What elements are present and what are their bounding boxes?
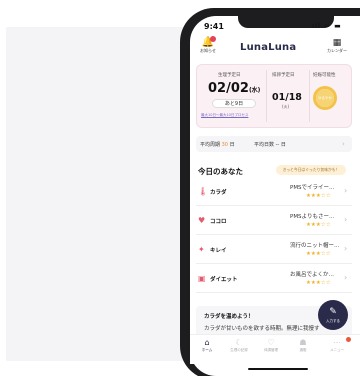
row-desc: PMSよりもさー… <box>290 214 335 220</box>
divider <box>266 70 267 122</box>
menu-badge <box>346 337 351 342</box>
background-panel <box>6 27 202 361</box>
input-fab-button[interactable]: ✎ 入力する <box>318 300 348 330</box>
tab-period[interactable]: ☾ 生理の記録 <box>228 338 250 353</box>
fab-label: 入力する <box>326 319 340 323</box>
row-name: キレイ <box>210 248 227 254</box>
ovulation-weekday: (火) <box>282 104 290 109</box>
home-icon: ⌂ <box>204 338 210 347</box>
more-icon: ⋯ <box>333 338 341 347</box>
list-item[interactable]: 🌡 カラダ PMSでイライー… ★★★☆☆ › <box>196 178 352 206</box>
chance-value: ゆるやか <box>316 89 334 107</box>
period-label: 生理予定日 <box>218 73 241 78</box>
period-weekday: (水) <box>248 87 261 94</box>
tab-home[interactable]: ⌂ ホーム <box>196 338 218 353</box>
period-date-value: 02/02 <box>208 81 249 96</box>
chevron-right-icon: › <box>344 186 348 195</box>
tab-label: ホーム <box>201 348 213 352</box>
row-stars: ★★★☆☆ <box>306 222 331 228</box>
list-item[interactable]: ♥ ココロ PMSよりもさー… ★★★☆☆ › <box>196 207 352 235</box>
ovulation-label: 排卵予定日 <box>272 73 295 78</box>
tab-label: メニュー <box>330 348 344 352</box>
scale-icon: ▣ <box>198 274 206 283</box>
ovulation-date: 01/18 <box>272 92 302 103</box>
tab-menu[interactable]: ⋯ メニュー <box>326 338 348 353</box>
pencil-icon: ✎ <box>329 307 337 317</box>
avg-cycle-unit: 日 <box>229 142 235 148</box>
chevron-right-icon: › <box>342 140 345 148</box>
app-logo: LunaLuna <box>240 42 297 53</box>
divider <box>309 70 310 122</box>
avg-days-unit: 日 <box>280 142 286 148</box>
chance-label: 妊娠可能性 <box>313 73 336 78</box>
chevron-right-icon: › <box>344 244 348 253</box>
moon-icon: ☾ <box>235 338 243 347</box>
avg-cycle: 平均周期 30 日 <box>200 141 235 148</box>
row-desc: お風呂でよくか… <box>290 272 335 278</box>
heart-tab-icon: ♡ <box>267 338 275 347</box>
heart-icon: ♥ <box>198 216 206 225</box>
prediction-link[interactable]: 最大10日〜最大10日プロセス <box>201 113 248 118</box>
avg-cycle-label: 平均周期 <box>200 142 221 148</box>
row-desc: 流行のニット帽ー… <box>290 243 340 249</box>
avg-cycle-value: 30 <box>221 142 228 148</box>
tip-title: カラダを温めよう！ <box>204 314 254 320</box>
row-name: ダイエット <box>210 277 238 283</box>
row-stars: ★★★☆☆ <box>306 193 331 199</box>
row-stars: ★★★☆☆ <box>306 251 331 257</box>
today-title: 今日のあなた <box>198 167 243 176</box>
tip-body: カラダが甘いものを欲する時期。無理に我慢す <box>204 326 320 332</box>
tab-shop[interactable]: ☗ 通販 <box>292 338 314 353</box>
notification-badge <box>210 36 216 42</box>
avg-days-value: -- <box>275 142 280 148</box>
row-name: ココロ <box>210 219 227 225</box>
today-tag[interactable]: きっと今日はぐったり気味かも！ <box>276 165 346 175</box>
tab-label: 通販 <box>299 348 307 352</box>
tab-health[interactable]: ♡ 体調管理 <box>260 338 282 353</box>
avg-days: 平均日数 -- 日 <box>254 141 286 148</box>
calendar-label: カレンダー <box>327 48 347 53</box>
sparkle-icon: ✦ <box>198 245 205 254</box>
chevron-right-icon: › <box>344 215 348 224</box>
tab-label: 体調管理 <box>264 348 278 352</box>
list-item[interactable]: ✦ キレイ 流行のニット帽ー… ★★★☆☆ › <box>196 236 352 264</box>
calendar-button[interactable]: ▦ カレンダー <box>322 38 352 54</box>
shop-icon: ☗ <box>299 338 307 347</box>
row-name: カラダ <box>210 190 227 196</box>
notifications-label: お知らせ <box>200 48 216 53</box>
row-desc: PMSでイライー… <box>290 185 335 191</box>
stage: 9:41 ıll ≈ ▬ 🔔 お知らせ LunaLuna ▦ カレンダー 生理予… <box>0 0 360 376</box>
calendar-icon: ▦ <box>332 38 342 48</box>
period-date: 02/02(水) <box>208 81 260 96</box>
home-indicator <box>248 368 308 370</box>
row-stars: ★★★☆☆ <box>306 280 331 286</box>
thermometer-icon: 🌡 <box>198 187 209 196</box>
chevron-right-icon: › <box>344 273 348 282</box>
notifications-button[interactable]: 🔔 お知らせ <box>198 36 218 54</box>
days-left-pill: あと9日 <box>212 99 256 108</box>
status-indicators: ıll ≈ ▬ <box>312 22 342 30</box>
status-time: 9:41 <box>204 22 224 31</box>
list-item[interactable]: ▣ ダイエット お風呂でよくか… ★★★☆☆ › <box>196 265 352 293</box>
tab-label: 生理の記録 <box>230 348 248 352</box>
avg-days-label: 平均日数 <box>254 142 275 148</box>
